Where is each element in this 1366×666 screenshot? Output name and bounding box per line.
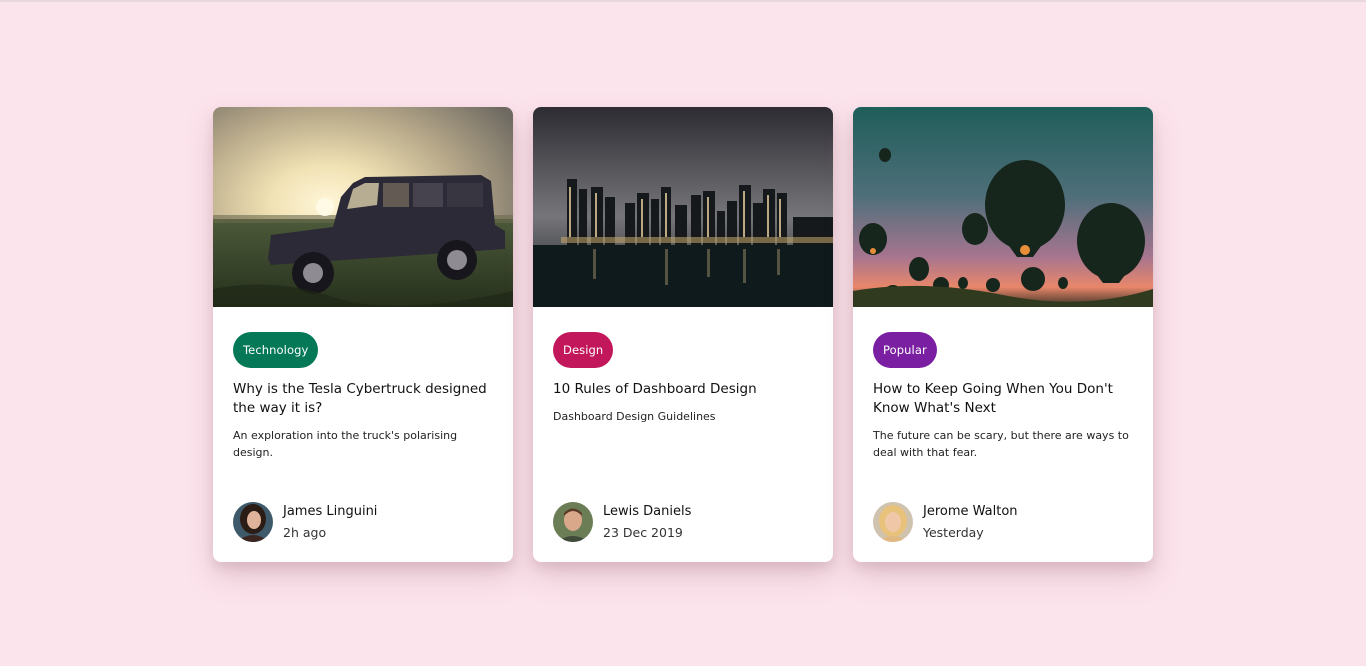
- card-title[interactable]: 10 Rules of Dashboard Design: [553, 380, 813, 399]
- skyline-photo: [533, 107, 833, 307]
- author-info: James Linguini 2h ago: [233, 502, 377, 542]
- post-time: Yesterday: [923, 525, 984, 540]
- tag-technology[interactable]: Technology: [233, 332, 319, 368]
- post-time: 2h ago: [283, 525, 327, 540]
- author-info: Lewis Daniels 23 Dec 2019: [553, 502, 691, 542]
- card-description: Dashboard Design Guidelines: [553, 410, 716, 423]
- card-title[interactable]: Why is the Tesla Cybertruck designed the…: [233, 380, 493, 418]
- article-card-popular[interactable]: Popular How to Keep Going When You Don't…: [853, 107, 1153, 562]
- tag-design[interactable]: Design: [553, 332, 614, 368]
- truck-photo: [213, 107, 513, 307]
- tag-popular[interactable]: Popular: [873, 332, 937, 368]
- card-list: Technology Why is the Tesla Cybertruck d…: [213, 107, 1153, 562]
- article-card-technology[interactable]: Technology Why is the Tesla Cybertruck d…: [213, 107, 513, 562]
- avatar[interactable]: [233, 502, 273, 542]
- article-card-design[interactable]: Design 10 Rules of Dashboard Design Dash…: [533, 107, 833, 562]
- card-title[interactable]: How to Keep Going When You Don't Know Wh…: [873, 380, 1133, 418]
- avatar[interactable]: [873, 502, 913, 542]
- card-description: An exploration into the truck's polarisi…: [233, 429, 458, 459]
- card-description: The future can be scary, but there are w…: [873, 429, 1129, 459]
- author-info: Jerome Walton Yesterday: [873, 502, 1018, 542]
- post-date: 23 Dec 2019: [603, 525, 683, 540]
- author-name[interactable]: Jerome Walton: [923, 503, 1018, 521]
- author-name[interactable]: James Linguini: [283, 503, 377, 521]
- avatar[interactable]: [553, 502, 593, 542]
- balloons-photo: [853, 107, 1153, 307]
- author-name[interactable]: Lewis Daniels: [603, 503, 691, 521]
